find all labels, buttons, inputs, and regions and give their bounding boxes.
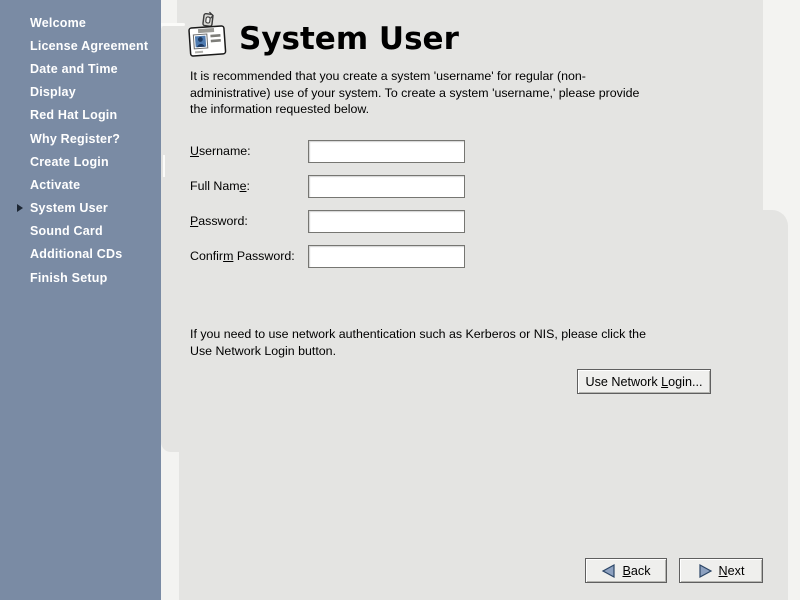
sidebar-item-label: System User: [30, 201, 108, 215]
fullname-input[interactable]: [308, 175, 465, 198]
username-row: Username:: [190, 140, 470, 163]
next-button[interactable]: Next: [679, 558, 763, 583]
sidebar-item-label: Why Register?: [30, 132, 120, 146]
sidebar-item-label: Red Hat Login: [30, 108, 117, 122]
active-step-arrow-icon: [17, 42, 30, 50]
fullname-label: Full Name:: [190, 179, 250, 193]
sidebar-item-label: Display: [30, 85, 76, 99]
panel-edge-highlight: [163, 155, 165, 177]
active-step-arrow-icon: [17, 250, 30, 258]
sidebar-item-system-user: System User: [0, 197, 161, 220]
setup-steps-sidebar: Welcome License Agreement Date and Time …: [0, 0, 161, 600]
next-arrow-icon: [698, 563, 713, 579]
use-network-login-button[interactable]: Use Network Login...: [577, 369, 711, 394]
active-step-arrow-icon: [17, 19, 30, 27]
active-step-arrow-icon: [17, 135, 30, 143]
system-user-form: Username: Full Name: Password: Confirm P…: [190, 140, 470, 280]
password-input[interactable]: [308, 210, 465, 233]
active-step-arrow-icon: [17, 65, 30, 73]
sidebar-item-label: Activate: [30, 178, 80, 192]
sidebar-item-finish-setup: Finish Setup: [0, 266, 161, 289]
active-step-arrow-icon: [17, 181, 30, 189]
sidebar-item-label: Additional CDs: [30, 247, 122, 261]
sidebar-item-label: Finish Setup: [30, 271, 107, 285]
id-badge-icon: [186, 10, 228, 67]
network-auth-line: If you need to use network authenticatio…: [190, 326, 646, 343]
confirm-password-label: Confirm Password:: [190, 249, 295, 263]
network-auth-text: If you need to use network authenticatio…: [190, 326, 646, 359]
sidebar-item-red-hat-login: Red Hat Login: [0, 104, 161, 127]
sidebar-item-activate: Activate: [0, 173, 161, 196]
active-step-arrow-icon: [17, 111, 30, 119]
page-title: System User: [239, 13, 459, 65]
sidebar-item-welcome: Welcome: [0, 11, 161, 34]
sidebar-item-label: Sound Card: [30, 224, 103, 238]
back-arrow-icon: [601, 563, 616, 579]
sidebar-item-additional-cds: Additional CDs: [0, 243, 161, 266]
active-step-arrow-icon: [17, 227, 30, 235]
sidebar-item-label: Create Login: [30, 155, 109, 169]
confirm-password-row: Confirm Password:: [190, 245, 470, 268]
sidebar-item-create-login: Create Login: [0, 150, 161, 173]
active-step-arrow-icon: [17, 274, 30, 282]
active-step-arrow-icon: [17, 158, 30, 166]
sidebar-item-date-and-time: Date and Time: [0, 57, 161, 80]
confirm-password-input[interactable]: [308, 245, 465, 268]
username-label: Username:: [190, 144, 251, 158]
sidebar-item-why-register: Why Register?: [0, 127, 161, 150]
sidebar-item-sound-card: Sound Card: [0, 220, 161, 243]
intro-text: It is recommended that you create a syst…: [190, 68, 639, 118]
password-row: Password:: [190, 210, 470, 233]
active-step-arrow-icon: [17, 88, 30, 96]
intro-line: administrative) use of your system. To c…: [190, 85, 639, 102]
intro-line: the information requested below.: [190, 101, 639, 118]
active-step-arrow-icon: [17, 204, 30, 212]
panel-corner-highlight: [159, 23, 185, 26]
back-button[interactable]: Back: [585, 558, 667, 583]
sidebar-item-display: Display: [0, 81, 161, 104]
intro-line: It is recommended that you create a syst…: [190, 68, 639, 85]
username-input[interactable]: [308, 140, 465, 163]
network-auth-line: Use Network Login button.: [190, 343, 646, 360]
page-header: System User: [186, 10, 459, 67]
sidebar-item-label: Date and Time: [30, 62, 118, 76]
fullname-row: Full Name:: [190, 175, 470, 198]
password-label: Password:: [190, 214, 248, 228]
sidebar-item-label: License Agreement: [30, 39, 148, 53]
sidebar-item-label: Welcome: [30, 16, 86, 30]
sidebar-item-license-agreement: License Agreement: [0, 34, 161, 57]
